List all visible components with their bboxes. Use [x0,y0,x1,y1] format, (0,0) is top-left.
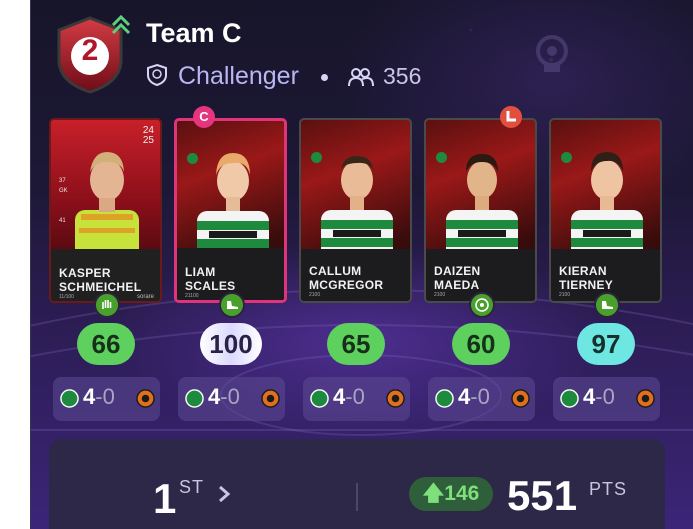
player-name: CALLUM MCGREGOR [309,264,384,292]
match-result[interactable]: 4-0 [553,377,660,421]
match-result[interactable]: 4-0 [303,377,410,421]
rank-suffix: ST [179,477,205,497]
away-crest-icon [636,389,655,408]
rank-change-badge: 🡅146 [409,477,493,511]
boot-icon [219,292,245,318]
home-crest-icon [60,389,79,408]
player-card-maeda[interactable]: DAIZEN MAEDA 2100 [424,118,537,303]
match-result[interactable]: 4-0 [53,377,160,421]
match-result[interactable]: 4-0 [428,377,535,421]
card-stats: 37 GK 41 [59,178,68,224]
card-serial: 2100 [559,292,571,298]
player-name: KIERAN TIERNEY [559,264,614,292]
club-crest [187,153,198,164]
league-emblem-icon [536,35,568,72]
player-image [571,152,643,264]
away-crest-icon [136,389,155,408]
league-name[interactable]: Challenger [178,62,299,91]
glove-icon [94,292,120,318]
player-image [321,156,393,264]
club-crest [436,152,447,163]
player-score: 65 [327,323,385,365]
ranking-panel: 1 ST 🡅146 551 PTS [49,439,665,529]
card-serial: 11/100 [59,294,74,300]
arrow-up-icon: 🡅 [422,482,445,505]
home-crest-icon [185,389,204,408]
separator-dot [321,74,328,81]
card-serial: 21100 [185,293,199,299]
points-label: PTS [589,479,628,499]
team-name: Team C [146,18,242,48]
people-icon [348,68,374,87]
club-crest [311,152,322,163]
player-score: 66 [77,323,135,365]
divider [356,483,358,511]
match-score: 4-0 [208,384,240,409]
player-image [446,154,518,264]
player-card-tierney[interactable]: KIERAN TIERNEY 2100 [549,118,662,303]
player-score: 100 [200,323,262,365]
double-chevron-up-icon [111,14,131,35]
chevron-right-icon[interactable] [217,484,231,504]
match-score: 4-0 [333,384,365,409]
members-count: 356 [383,63,422,89]
player-card-scales[interactable]: LIAM SCALES 21100 [174,118,287,303]
rank-number: 2 [81,34,99,67]
player-card-mcgregor[interactable]: CALLUM MCGREGOR 2100 [299,118,412,303]
match-score: 4-0 [583,384,615,409]
card-serial: 2100 [309,292,321,298]
league-badge-icon [147,63,167,87]
player-name: DAIZEN MAEDA [434,264,481,292]
brand-label: sorare [136,294,154,300]
home-crest-icon [560,389,579,408]
lineup-screen: 2 Team C Challenger 356 24 25 37 GK 41 K… [30,0,693,529]
player-name: KASPER SCHMEICHEL [59,266,142,294]
sub-arrow-icon [500,106,522,128]
club-crest [561,152,572,163]
away-crest-icon [386,389,405,408]
player-image [75,152,139,264]
player-card-schmeichel[interactable]: 24 25 37 GK 41 KASPER SCHMEICHEL 11/100 sora… [49,118,162,303]
captain-badge: C [193,106,215,128]
away-crest-icon [261,389,280,408]
player-name: LIAM SCALES [185,265,236,293]
home-crest-icon [435,389,454,408]
away-crest-icon [511,389,530,408]
match-score: 4-0 [458,384,490,409]
boot-icon [594,292,620,318]
home-crest-icon [310,389,329,408]
player-score: 97 [577,323,635,365]
player-image [197,153,269,265]
total-points: 551 [507,472,578,519]
season-label: 24 25 [142,125,154,146]
ball-icon [469,292,495,318]
match-result[interactable]: 4-0 [178,377,285,421]
player-score: 60 [452,323,510,365]
card-serial: 2100 [434,292,446,298]
rank-position: 1 [153,475,177,522]
match-score: 4-0 [83,384,115,409]
